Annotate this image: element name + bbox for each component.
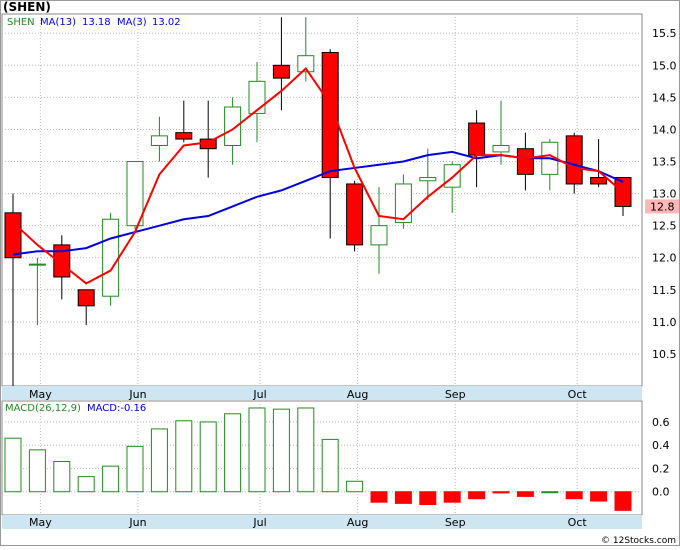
- macd-bar-negative: [516, 491, 534, 497]
- legend-ticker: SHEN: [7, 17, 35, 28]
- macd-bar-positive: [175, 420, 193, 493]
- candle-body-up: [28, 263, 46, 266]
- macd-legend-value: MACD:-0.16: [87, 403, 146, 414]
- candle-body-up: [443, 164, 461, 188]
- candle-body-up: [126, 161, 144, 227]
- macd-month-label: May: [29, 516, 52, 529]
- price-date-axis-band: [2, 386, 642, 400]
- macd-bar-negative: [614, 491, 632, 511]
- candle-body-down: [565, 135, 583, 185]
- macd-month-label: Jul: [252, 516, 266, 529]
- macd-panel: May Jun Jul Aug Sep Oct 0.0 0.2 0.4 0.6 MACD(26,…: [1, 400, 670, 529]
- macd-bar-positive: [224, 413, 242, 493]
- macd-bar-positive: [102, 465, 120, 493]
- macd-tick-label: 0.0: [652, 486, 670, 499]
- candle-body-down: [516, 148, 534, 175]
- macd-bar-negative: [565, 491, 583, 500]
- macd-month-label: Aug: [347, 516, 368, 529]
- candle-body-up: [370, 225, 388, 246]
- price-tick-label: 12.5: [652, 220, 677, 233]
- last-price-tag-label: 12.8: [650, 200, 675, 213]
- price-month-label: Sep: [445, 388, 466, 401]
- price-month-label: Jul: [252, 388, 266, 401]
- macd-bar-positive: [28, 449, 46, 493]
- macd-bar-negative: [468, 491, 486, 500]
- macd-bar-positive: [248, 407, 266, 493]
- candle-body-down: [590, 177, 608, 185]
- price-tick-label: 15.0: [652, 59, 677, 72]
- macd-tick-label: 0.4: [652, 439, 670, 452]
- macd-tick-label: 0.6: [652, 416, 670, 429]
- candle-body-down: [272, 64, 290, 79]
- macd-bar-positive: [199, 421, 217, 493]
- price-month-label: Oct: [568, 388, 588, 401]
- candle-body-down: [4, 212, 22, 259]
- candle-body-up: [248, 80, 266, 114]
- legend-ma13-label: MA(13): [40, 17, 76, 28]
- legend-ma13-value: 13.18: [82, 17, 111, 28]
- price-month-label: Aug: [347, 388, 368, 401]
- macd-bar-positive: [346, 480, 364, 493]
- price-panel: May Jun Jul Aug Sep Oct 10.5 11.0 11.5 12.0 12.5 1…: [1, 13, 679, 401]
- price-tick-label: 15.5: [652, 27, 677, 40]
- macd-bar-negative: [443, 491, 461, 503]
- price-tick-label: 10.5: [652, 348, 677, 361]
- macd-bar-positive: [4, 437, 22, 493]
- macd-month-label: Oct: [568, 516, 588, 529]
- macd-bar-positive: [53, 460, 71, 493]
- macd-bar-positive: [126, 445, 144, 493]
- macd-month-label: Jun: [128, 516, 146, 529]
- macd-date-axis-band: [2, 515, 642, 529]
- price-tick-label: 14.0: [652, 123, 677, 136]
- macd-bar-positive: [77, 476, 95, 493]
- macd-legend-label: MACD(26,12,9): [5, 403, 81, 414]
- macd-bar-positive: [150, 428, 168, 493]
- macd-bar-negative: [492, 491, 510, 494]
- chart-canvas: May Jun Jul Aug Sep Oct 10.5 11.0 11.5 12.0 12.5 1…: [0, 0, 680, 546]
- price-tick-label: 13.0: [652, 188, 677, 201]
- candle-body-up: [102, 218, 120, 297]
- macd-bar-negative: [419, 491, 437, 506]
- candle-body-up: [150, 135, 168, 146]
- macd-bar-positive: [321, 438, 339, 493]
- stock-chart: May Jun Jul Aug Sep Oct 10.5 11.0 11.5 12.0 12.5 1…: [0, 0, 680, 546]
- macd-bar-positive: [541, 491, 559, 494]
- candle-body-down: [77, 289, 95, 307]
- candle-body-down: [468, 122, 486, 156]
- legend-ma3-value: 13.02: [152, 17, 181, 28]
- candle-body-down: [321, 51, 339, 179]
- candle-body-down: [346, 183, 364, 246]
- macd-bar-positive: [297, 407, 315, 493]
- price-tick-label: 13.5: [652, 156, 677, 169]
- macd-month-label: Sep: [445, 516, 466, 529]
- price-tick-label: 14.5: [652, 91, 677, 104]
- price-month-label: May: [29, 388, 52, 401]
- candle-body-up: [394, 183, 412, 223]
- candle-body-up: [492, 144, 510, 153]
- price-month-label: Jun: [128, 388, 146, 401]
- candle-body-down: [175, 132, 193, 140]
- macd-bar-negative: [590, 491, 608, 502]
- candle-body-up: [419, 177, 437, 182]
- legend-ma3-label: MA(3): [117, 17, 147, 28]
- price-tick-label: 11.0: [652, 316, 677, 329]
- macd-bar-negative: [394, 491, 412, 504]
- price-tick-label: 11.5: [652, 284, 677, 297]
- chart-title: (SHEN): [3, 0, 51, 14]
- macd-tick-label: 0.2: [652, 462, 670, 475]
- price-tick-label: 12.0: [652, 252, 677, 265]
- copyright-text: © 12Stocks.com: [601, 536, 676, 546]
- macd-bar-positive: [272, 408, 290, 493]
- macd-bar-negative: [370, 491, 388, 503]
- last-price-tag: 12.8: [645, 199, 679, 214]
